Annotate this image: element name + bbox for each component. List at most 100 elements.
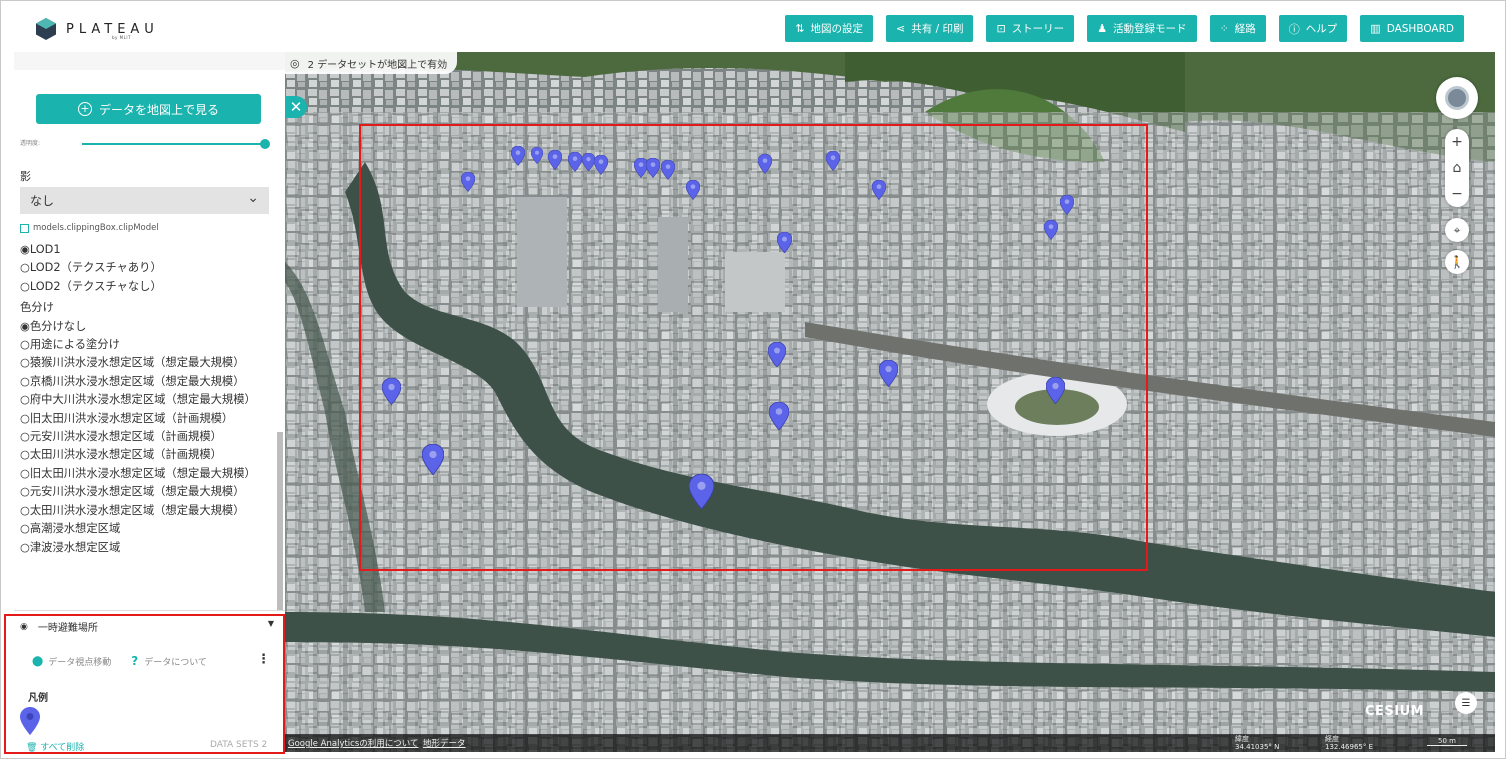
move-to-data-link[interactable]: データ視点移動 bbox=[48, 655, 111, 668]
about-data-link[interactable]: データについて bbox=[144, 655, 207, 668]
coloring-option[interactable]: ○太田川洪水浸水想定区域（計画規模） bbox=[20, 446, 282, 464]
zoom-in-icon[interactable]: + bbox=[1451, 134, 1463, 150]
locate-button[interactable]: ⌖ bbox=[1445, 218, 1469, 242]
lod-option[interactable]: ○LOD2（テクスチャなし） bbox=[20, 278, 282, 296]
close-panel-button[interactable]: ✕ bbox=[285, 96, 307, 118]
evacuation-site-pin[interactable] bbox=[767, 341, 787, 371]
activity-mode-button[interactable]: ♟ 活動登録モード bbox=[1087, 15, 1197, 42]
active-datasets-indicator[interactable]: ◎ 2 データセットが地図上で有効 bbox=[285, 52, 458, 74]
coloring-option[interactable]: ○猿猴川洪水浸水想定区域（想定最大規模） bbox=[20, 354, 282, 372]
lod-option-label: LOD1 bbox=[29, 243, 61, 256]
radio-icon: ○ bbox=[20, 279, 30, 293]
compass-control[interactable] bbox=[1436, 77, 1478, 119]
evacuation-site-pin[interactable] bbox=[510, 145, 526, 170]
route-button[interactable]: ⁘ 経路 bbox=[1209, 15, 1266, 42]
evacuation-site-pin[interactable] bbox=[776, 231, 792, 257]
coloring-option-label: 旧太田川洪水浸水想定区域（計画規模） bbox=[29, 411, 234, 425]
remove-all-button[interactable]: 🗑 すべて削除 bbox=[26, 740, 84, 753]
share-print-button[interactable]: ⋖ 共有 / 印刷 bbox=[886, 15, 974, 42]
help-icon: ⓘ bbox=[1288, 22, 1300, 36]
lod-option-label: LOD2（テクスチャあり） bbox=[29, 261, 162, 275]
evacuation-site-pin[interactable] bbox=[1043, 219, 1059, 244]
coloring-option[interactable]: ○元安川洪水浸水想定区域（想定最大規模） bbox=[20, 483, 282, 501]
plateau-logo[interactable]: PLATEAU bbox=[36, 18, 159, 40]
pedestrian-button[interactable]: 🚶 bbox=[1445, 250, 1469, 274]
clip-model-checkbox[interactable] bbox=[20, 223, 29, 233]
terrain-data-link[interactable]: 地形データ bbox=[423, 737, 466, 749]
map-settings-button[interactable]: ⇅ 地図の設定 bbox=[785, 15, 874, 42]
evacuation-site-pin[interactable] bbox=[547, 149, 563, 174]
lod-option[interactable]: ○LOD2（テクスチャあり） bbox=[20, 259, 282, 277]
dataset-title-row[interactable]: ◉ 一時避難場所 ▼ bbox=[20, 619, 274, 634]
evacuation-site-pin[interactable] bbox=[1045, 376, 1065, 408]
evacuation-site-pin[interactable] bbox=[381, 377, 401, 409]
opacity-slider-thumb[interactable] bbox=[260, 139, 270, 149]
coloring-option[interactable]: ○用途による塗分け bbox=[20, 336, 282, 354]
help-label: ヘルプ bbox=[1305, 23, 1338, 35]
home-icon[interactable]: ⌂ bbox=[1453, 160, 1462, 176]
coloring-option[interactable]: ○府中大川洪水浸水想定区域（想定最大規模） bbox=[20, 391, 282, 409]
evacuation-site-pin[interactable] bbox=[660, 159, 676, 184]
coloring-option[interactable]: ○京橋川洪水浸水想定区域（想定最大規模） bbox=[20, 373, 282, 391]
evacuation-site-pin[interactable] bbox=[1059, 194, 1075, 219]
coloring-option[interactable]: ○津波浸水想定区域 bbox=[20, 539, 282, 557]
zoom-out-icon[interactable]: − bbox=[1451, 186, 1463, 202]
more-vertical-icon[interactable]: ⋮ bbox=[257, 652, 270, 667]
clip-model-checkbox-row[interactable]: models.clippingBox.clipModel bbox=[20, 223, 159, 233]
evacuation-site-pin[interactable] bbox=[567, 151, 583, 176]
zoom-control: + ⌂ − bbox=[1445, 129, 1469, 207]
logo-subtext: by MLIT bbox=[112, 35, 131, 40]
route-label: 経路 bbox=[1234, 23, 1256, 35]
coloring-option-label: 猿猴川洪水浸水想定区域（想定最大規模） bbox=[29, 356, 245, 370]
coloring-option[interactable]: ○元安川洪水浸水想定区域（計画規模） bbox=[20, 428, 282, 446]
shadow-label: 影 bbox=[20, 170, 31, 183]
evacuation-site-pin[interactable] bbox=[871, 179, 887, 204]
radio-icon: ○ bbox=[20, 448, 30, 462]
evacuation-site-pin[interactable] bbox=[593, 154, 609, 179]
opacity-slider-track[interactable] bbox=[82, 143, 266, 145]
evacuation-site-pin[interactable] bbox=[530, 146, 544, 168]
shadow-select[interactable]: なし ⌄ bbox=[20, 187, 269, 214]
evacuation-site-pin[interactable] bbox=[687, 473, 715, 513]
coloring-option-label: 太田川洪水浸水想定区域（計画規模） bbox=[29, 448, 222, 462]
sidebar-top-strip bbox=[14, 52, 285, 70]
google-analytics-link[interactable]: Google Analyticsの利用について bbox=[288, 737, 419, 749]
map-footer: Google Analyticsの利用について 地形データ 緯度 34.4103… bbox=[285, 734, 1495, 752]
city-3d-view bbox=[285, 52, 1495, 752]
coloring-option[interactable]: ○旧太田川洪水浸水想定区域（計画規模） bbox=[20, 410, 282, 428]
coloring-option-label: 元安川洪水浸水想定区域（想定最大規模） bbox=[29, 485, 245, 499]
lod-option[interactable]: ◉LOD1 bbox=[20, 241, 282, 259]
eye-icon[interactable]: ◉ bbox=[20, 622, 28, 632]
coloring-option[interactable]: ○高潮浸水想定区域 bbox=[20, 520, 282, 538]
radio-icon: ○ bbox=[20, 374, 30, 388]
coloring-option-label: 太田川洪水浸水想定区域（想定最大規模） bbox=[29, 503, 245, 517]
story-button[interactable]: ⊡ ストーリー bbox=[986, 15, 1075, 42]
help-button[interactable]: ⓘ ヘルプ bbox=[1278, 15, 1348, 42]
dashboard-button[interactable]: ▥ DASHBOARD bbox=[1360, 15, 1464, 42]
feedback-button[interactable]: ☰ bbox=[1455, 692, 1477, 714]
people-icon: ♟ bbox=[1097, 22, 1108, 35]
coloring-option-label: 色分けなし bbox=[29, 319, 87, 333]
style-options: ◉LOD1 ○LOD2（テクスチャあり） ○LOD2（テクスチャなし） 色分け … bbox=[20, 241, 282, 557]
evacuation-site-pin[interactable] bbox=[645, 157, 661, 182]
evacuation-site-pin[interactable] bbox=[768, 401, 790, 434]
evacuation-site-pin[interactable] bbox=[825, 150, 841, 175]
coloring-option[interactable]: ◉色分けなし bbox=[20, 318, 282, 336]
evacuation-site-pin[interactable] bbox=[685, 179, 701, 204]
evacuation-site-pin[interactable] bbox=[757, 153, 773, 178]
share-print-label: 共有 / 印刷 bbox=[911, 23, 964, 35]
coloring-option[interactable]: ○太田川洪水浸水想定区域（想定最大規模） bbox=[20, 502, 282, 520]
coloring-option[interactable]: ○旧太田川洪水浸水想定区域（想定最大規模） bbox=[20, 465, 282, 483]
caret-down-icon[interactable]: ▼ bbox=[268, 619, 274, 628]
evacuation-site-pin[interactable] bbox=[460, 171, 476, 196]
evacuation-site-pin[interactable] bbox=[421, 443, 445, 479]
evacuation-site-pin[interactable] bbox=[581, 152, 595, 175]
map-viewport[interactable]: ◎ 2 データセットが地図上で有効 ✕ + ⌂ − ⌖ 🚶 ☰ CESIUM G… bbox=[285, 52, 1495, 752]
evacuation-site-pin[interactable] bbox=[878, 359, 898, 391]
plus-circle-icon: + bbox=[77, 102, 92, 116]
latitude-value: 34.41035° N bbox=[1235, 743, 1280, 751]
view-data-on-map-button[interactable]: + データを地図上で見る bbox=[36, 94, 261, 124]
cesium-logo[interactable]: CESIUM bbox=[1365, 704, 1424, 719]
story-label: ストーリー bbox=[1011, 23, 1065, 35]
coloring-option-label: 旧太田川洪水浸水想定区域（想定最大規模） bbox=[29, 466, 256, 480]
